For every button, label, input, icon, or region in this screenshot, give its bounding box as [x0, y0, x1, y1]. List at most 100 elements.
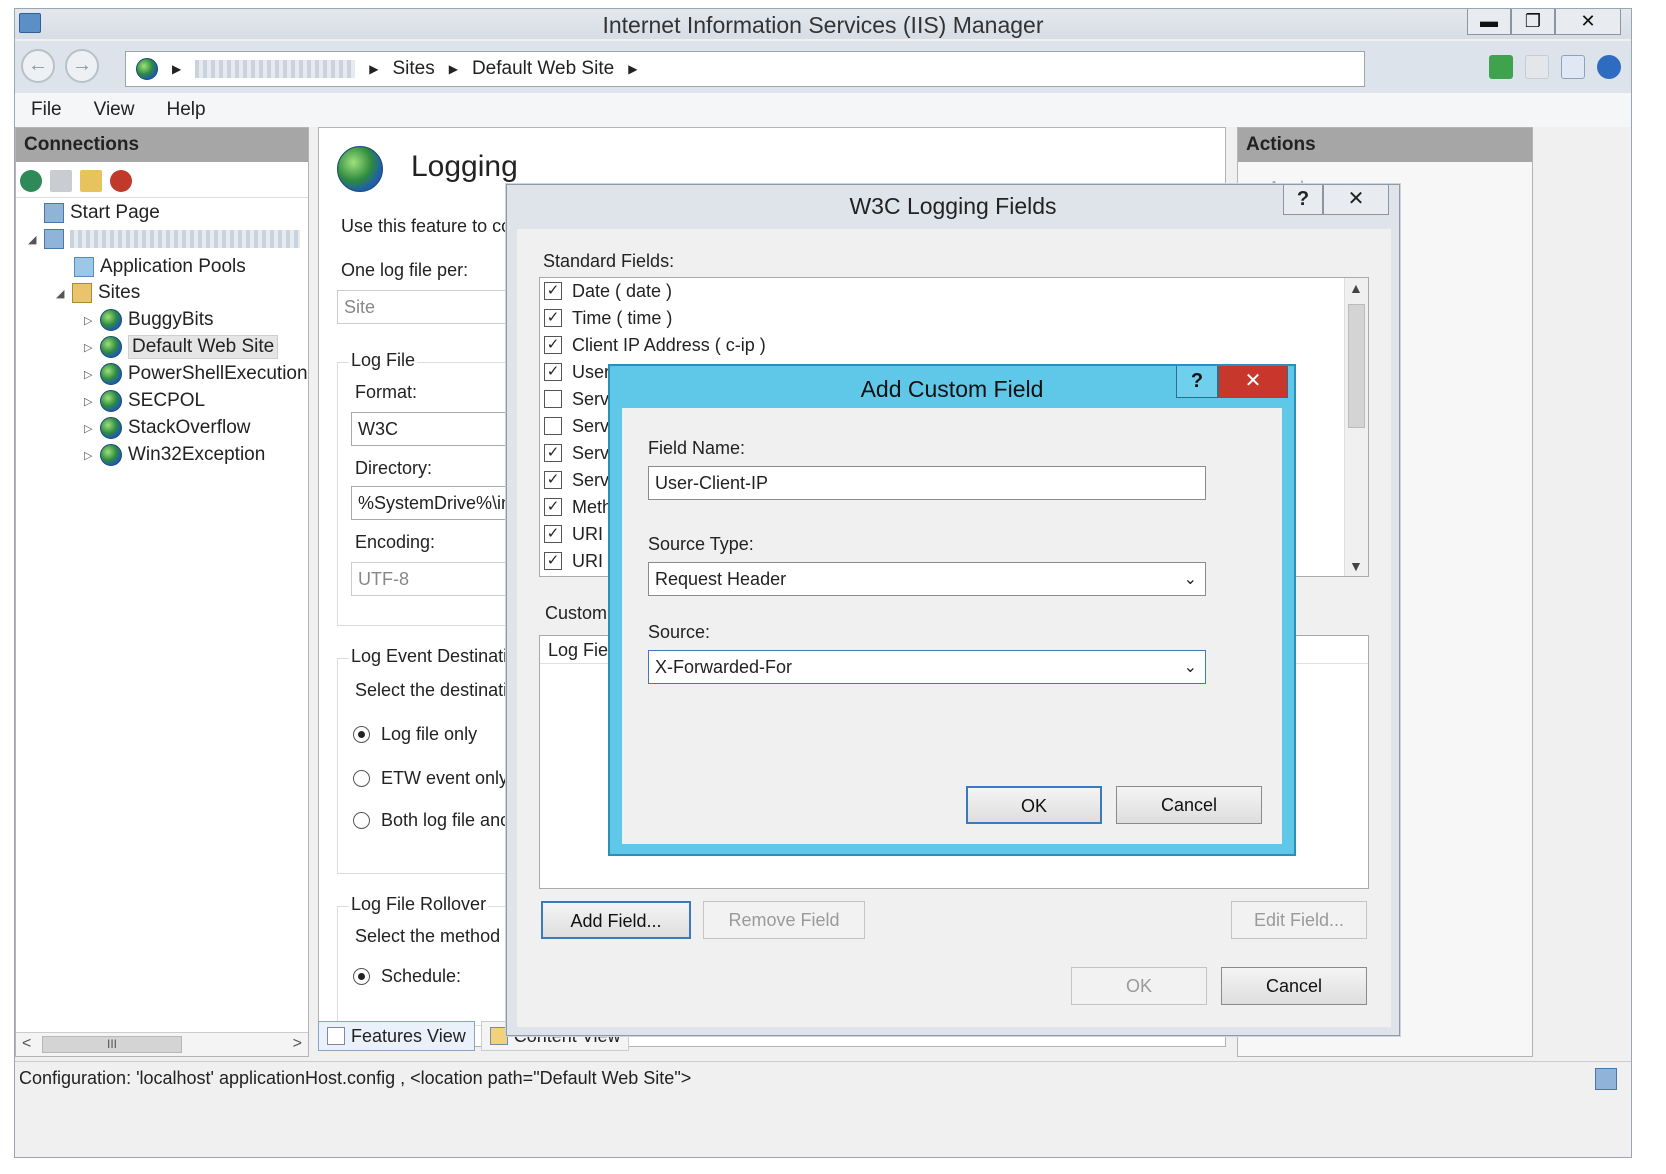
field-checkbox[interactable]: ✓	[544, 336, 562, 354]
connections-toolbar	[16, 162, 308, 198]
log-file-group-title: Log File	[349, 350, 418, 371]
field-row[interactable]: ✓ Client IP Address ( c-ip )	[544, 332, 766, 358]
scroll-thumb[interactable]	[1348, 304, 1365, 428]
field-checkbox[interactable]: ✓	[544, 363, 562, 381]
breadcrumb[interactable]: ▶ ▶ Sites ▶ Default Web Site ▶	[125, 51, 1365, 87]
tree-start-page[interactable]: Start Page	[44, 200, 160, 226]
expand-icon[interactable]: ▷	[84, 314, 94, 327]
expand-icon[interactable]: ▷	[84, 368, 94, 381]
refresh-icon[interactable]	[1489, 55, 1513, 79]
source-select[interactable]: X-Forwarded-For ⌄	[648, 650, 1206, 684]
page-title: Logging	[411, 150, 518, 183]
radio-both-label[interactable]: Both log file anc	[381, 810, 509, 831]
custom-close-button[interactable]: ✕	[1218, 366, 1288, 398]
back-icon[interactable]: ←	[21, 49, 55, 83]
tree-application-pools[interactable]: Application Pools	[74, 254, 246, 280]
field-row[interactable]: ✓ Date ( date )	[544, 278, 672, 304]
field-checkbox[interactable]	[544, 390, 562, 408]
w3c-cancel-button[interactable]: Cancel	[1221, 967, 1367, 1005]
scroll-left-icon[interactable]: <	[22, 1035, 31, 1053]
custom-help-button[interactable]: ?	[1176, 366, 1218, 398]
field-checkbox[interactable]	[544, 417, 562, 435]
scroll-right-icon[interactable]: >	[293, 1035, 302, 1053]
field-checkbox[interactable]: ✓	[544, 552, 562, 570]
save-icon[interactable]	[50, 170, 72, 192]
expand-icon[interactable]: ▷	[84, 341, 94, 354]
stop-icon[interactable]	[1525, 55, 1549, 79]
field-row[interactable]: Servi	[544, 386, 613, 412]
custom-cancel-button[interactable]: Cancel	[1116, 786, 1262, 824]
menu-file[interactable]: File	[31, 99, 62, 121]
up-level-icon[interactable]	[80, 170, 102, 192]
log-event-destination-title: Log Event Destinatic	[349, 646, 519, 667]
directory-input[interactable]: %SystemDrive%\in	[351, 486, 531, 520]
w3c-help-button[interactable]: ?	[1283, 185, 1323, 215]
radio-log-file-only[interactable]	[353, 726, 370, 743]
breadcrumb-separator-icon: ▶	[172, 62, 182, 76]
standard-fields-scrollbar[interactable]: ▲ ▼	[1344, 278, 1368, 576]
radio-log-file-only-label[interactable]: Log file only	[381, 724, 477, 745]
field-name-input[interactable]: User-Client-IP	[648, 466, 1206, 500]
menu-help[interactable]: Help	[166, 99, 205, 121]
field-checkbox[interactable]: ✓	[544, 309, 562, 327]
tree-site-default-web-site[interactable]: ▷ Default Web Site	[84, 334, 279, 360]
expand-icon[interactable]: ▷	[84, 449, 94, 462]
maximize-button[interactable]: ❐	[1511, 9, 1555, 35]
close-button[interactable]: ✕	[1555, 9, 1621, 35]
radio-etw-only[interactable]	[353, 770, 370, 787]
format-select[interactable]: W3C	[351, 412, 531, 446]
expand-icon[interactable]: ▷	[84, 395, 94, 408]
remove-field-button[interactable]: Remove Field	[703, 901, 865, 939]
radio-etw-only-label[interactable]: ETW event only	[381, 768, 508, 789]
w3c-close-button[interactable]: ✕	[1323, 185, 1389, 215]
custom-ok-button[interactable]: OK	[966, 786, 1102, 824]
field-checkbox[interactable]: ✓	[544, 525, 562, 543]
field-row[interactable]: ✓ Meth	[544, 494, 612, 520]
connections-hscrollbar[interactable]: < III >	[16, 1032, 308, 1056]
logging-globe-icon	[337, 146, 383, 192]
field-checkbox[interactable]: ✓	[544, 282, 562, 300]
tree-site-stackoverflow[interactable]: ▷ StackOverflow	[84, 415, 250, 441]
custom-fields-label: Custom	[545, 603, 608, 623]
disconnect-icon[interactable]	[110, 170, 132, 192]
breadcrumb-default-web-site[interactable]: Default Web Site	[472, 58, 614, 80]
collapse-icon[interactable]: ◢	[56, 287, 66, 300]
field-checkbox[interactable]: ✓	[544, 444, 562, 462]
edit-field-button[interactable]: Edit Field...	[1231, 901, 1367, 939]
connect-icon[interactable]	[20, 170, 42, 192]
tree-site-buggybits[interactable]: ▷ BuggyBits	[84, 307, 214, 333]
scroll-thumb[interactable]: III	[42, 1036, 182, 1053]
globe-icon	[100, 309, 122, 331]
tab-features-view[interactable]: Features View	[318, 1021, 475, 1051]
add-field-button[interactable]: Add Field...	[541, 901, 691, 939]
radio-schedule[interactable]	[353, 968, 370, 985]
menu-view[interactable]: View	[94, 99, 135, 121]
tree-site-secpol[interactable]: ▷ SECPOL	[84, 388, 205, 414]
expand-icon[interactable]: ▷	[84, 422, 94, 435]
globe-icon	[100, 390, 122, 412]
scroll-down-icon[interactable]: ▼	[1349, 558, 1363, 574]
redacted-server-name[interactable]	[195, 60, 356, 78]
w3c-ok-button[interactable]: OK	[1071, 967, 1207, 1005]
radio-both[interactable]	[353, 812, 370, 829]
tree-site-powershellexecution[interactable]: ▷ PowerShellExecution	[84, 361, 308, 387]
scroll-up-icon[interactable]: ▲	[1349, 280, 1363, 296]
collapse-icon[interactable]: ◢	[28, 233, 38, 246]
breadcrumb-sites[interactable]: Sites	[392, 58, 434, 80]
tree-server[interactable]: ◢	[28, 226, 300, 252]
forward-icon[interactable]: →	[65, 49, 99, 83]
help-icon[interactable]	[1597, 55, 1621, 79]
field-checkbox[interactable]: ✓	[544, 498, 562, 516]
home-icon[interactable]	[1561, 55, 1585, 79]
field-checkbox[interactable]: ✓	[544, 471, 562, 489]
globe-icon	[100, 363, 122, 385]
field-row[interactable]: ✓ Time ( time )	[544, 305, 672, 331]
tree-sites[interactable]: ◢ Sites	[56, 280, 140, 306]
encoding-select[interactable]: UTF-8	[351, 562, 531, 596]
tree-site-win32exception[interactable]: ▷ Win32Exception	[84, 442, 265, 468]
radio-schedule-label[interactable]: Schedule:	[381, 966, 461, 987]
field-row[interactable]: ✓ User	[544, 359, 610, 385]
app-pools-icon	[74, 257, 94, 277]
minimize-button[interactable]: ▬	[1467, 9, 1511, 35]
source-type-select[interactable]: Request Header ⌄	[648, 562, 1206, 596]
